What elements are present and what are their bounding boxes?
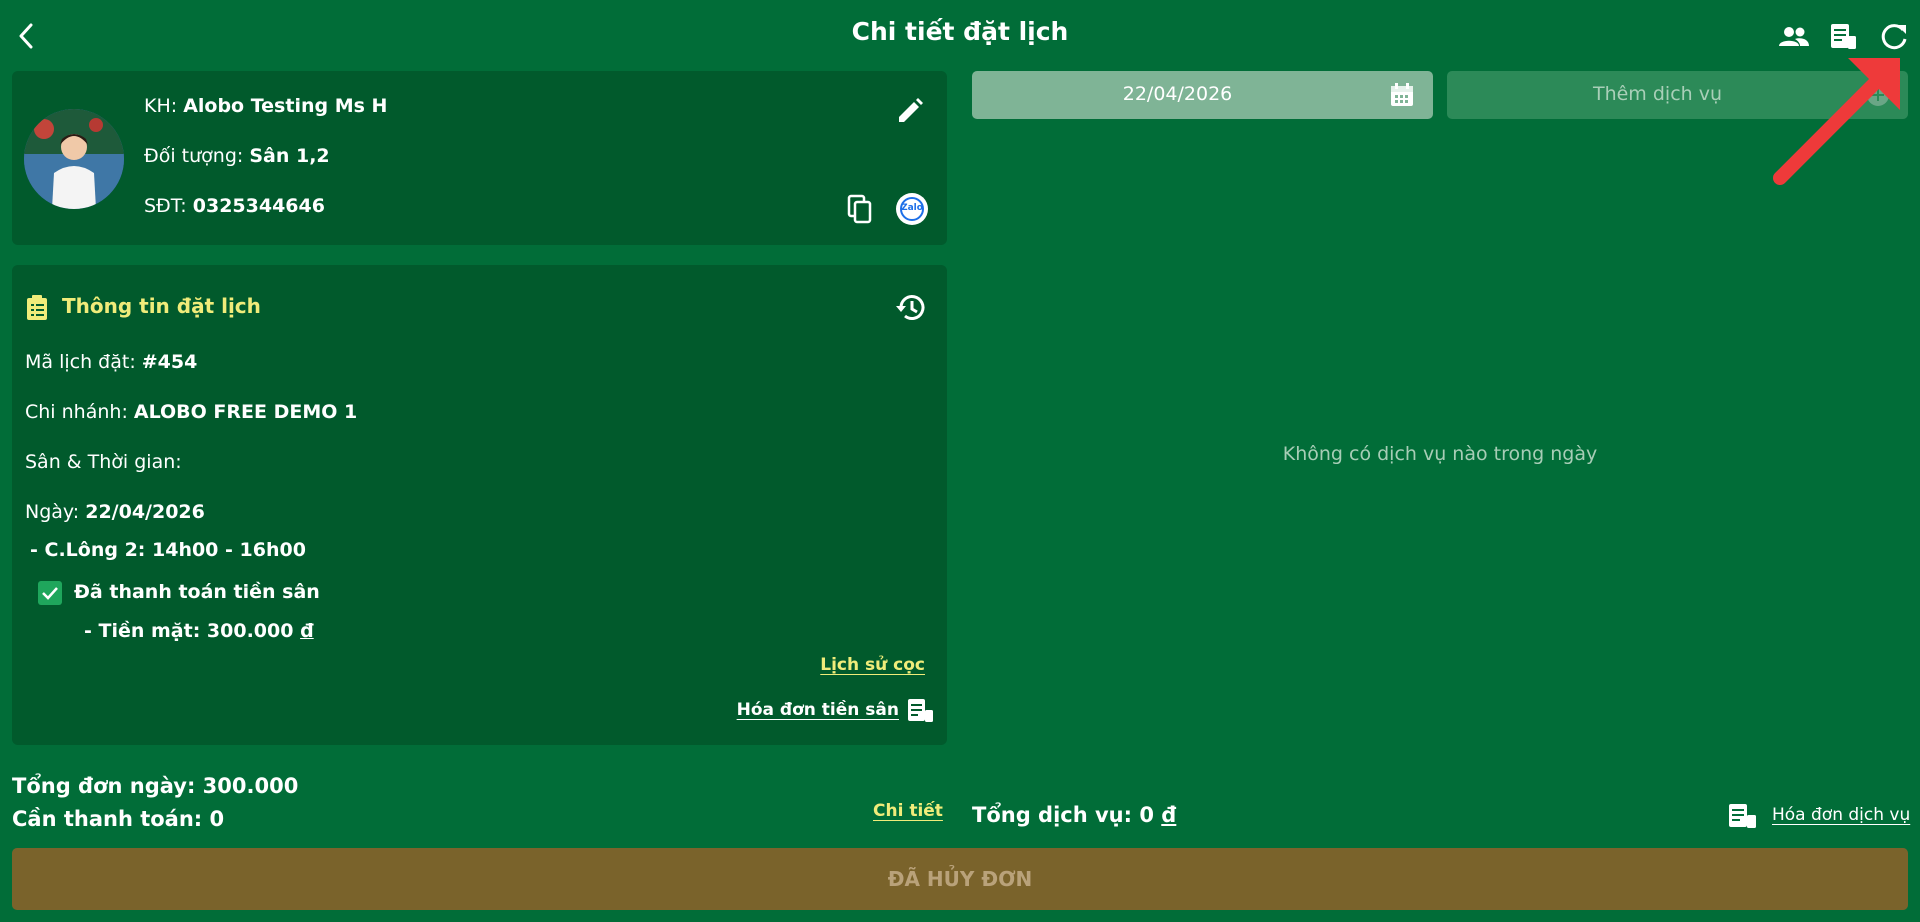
refresh-button[interactable] (1877, 20, 1911, 54)
invoice-icon (1831, 24, 1856, 49)
customer-card: KH: Alobo Testing Ms H Đối tượng: Sân 1,… (12, 71, 947, 245)
court-time-label: Sân & Thời gian: (25, 451, 182, 473)
booking-slot: - C.Lông 2: 14h00 - 16h00 (30, 539, 306, 561)
booking-code: Mã lịch đặt: #454 (25, 351, 198, 373)
copy-icon (847, 194, 872, 224)
add-service-button[interactable]: Thêm dịch vụ (1447, 71, 1908, 119)
copy-phone-button[interactable] (842, 191, 878, 227)
invoice-icon[interactable] (907, 698, 935, 724)
amount-to-pay: Cần thanh toán: 0 (12, 807, 225, 831)
service-date-picker[interactable]: 22/04/2026 (972, 71, 1433, 119)
avatar (24, 109, 124, 209)
customer-target: Đối tượng: Sân 1,2 (144, 145, 330, 167)
people-icon (1779, 27, 1809, 46)
booking-detail-screen: Chi tiết đặt lịch KH: Alobo Testing Ms H… (0, 0, 1920, 922)
zalo-button[interactable]: Zalo (892, 189, 932, 229)
history-icon (896, 295, 925, 320)
paid-checkbox[interactable] (38, 581, 62, 605)
service-date-value: 22/04/2026 (1122, 83, 1233, 105)
invoice-icon[interactable] (1728, 802, 1758, 830)
plus-icon (1867, 84, 1889, 106)
edit-customer-button[interactable] (892, 93, 928, 129)
refresh-icon (1881, 24, 1907, 50)
clipboard-icon (27, 295, 47, 320)
cash-amount: - Tiền mặt: 300.000 đ (84, 620, 314, 642)
cancelled-order-button[interactable]: ĐÃ HỦY ĐƠN (12, 848, 1908, 910)
check-icon (42, 587, 58, 600)
empty-services-message: Không có dịch vụ nào trong ngày (1282, 443, 1598, 465)
court-invoice-link[interactable]: Hóa đơn tiền sân (737, 700, 899, 720)
booking-history-button[interactable] (892, 289, 930, 327)
page-title: Chi tiết đặt lịch (851, 17, 1069, 46)
booking-branch: Chi nhánh: ALOBO FREE DEMO 1 (25, 401, 358, 423)
edit-icon (899, 98, 923, 122)
booking-date: Ngày: 22/04/2026 (25, 501, 205, 523)
customer-phone: SĐT: 0325344646 (144, 195, 325, 217)
customer-name: KH: Alobo Testing Ms H (144, 95, 388, 117)
detail-link[interactable]: Chi tiết (873, 801, 943, 821)
paid-label: Đã thanh toán tiền sân (74, 581, 320, 603)
add-service-label: Thêm dịch vụ (1592, 83, 1723, 105)
booking-section-title: Thông tin đặt lịch (62, 294, 261, 318)
app-header: Chi tiết đặt lịch (0, 0, 1920, 70)
day-total: Tổng đơn ngày: 300.000 (12, 774, 299, 798)
booking-info-card: Thông tin đặt lịch Mã lịch đặt: #454 Chi… (12, 265, 947, 745)
invoice-button[interactable] (1826, 20, 1860, 54)
customers-button[interactable] (1777, 20, 1811, 54)
deposit-history-link[interactable]: Lịch sử cọc (820, 655, 925, 675)
cancelled-order-label: ĐÃ HỦY ĐƠN (887, 867, 1033, 891)
calendar-icon (1391, 83, 1413, 106)
service-total: Tổng dịch vụ: 0 đ (972, 803, 1177, 827)
service-invoice-link[interactable]: Hóa đơn dịch vụ (1772, 805, 1910, 825)
